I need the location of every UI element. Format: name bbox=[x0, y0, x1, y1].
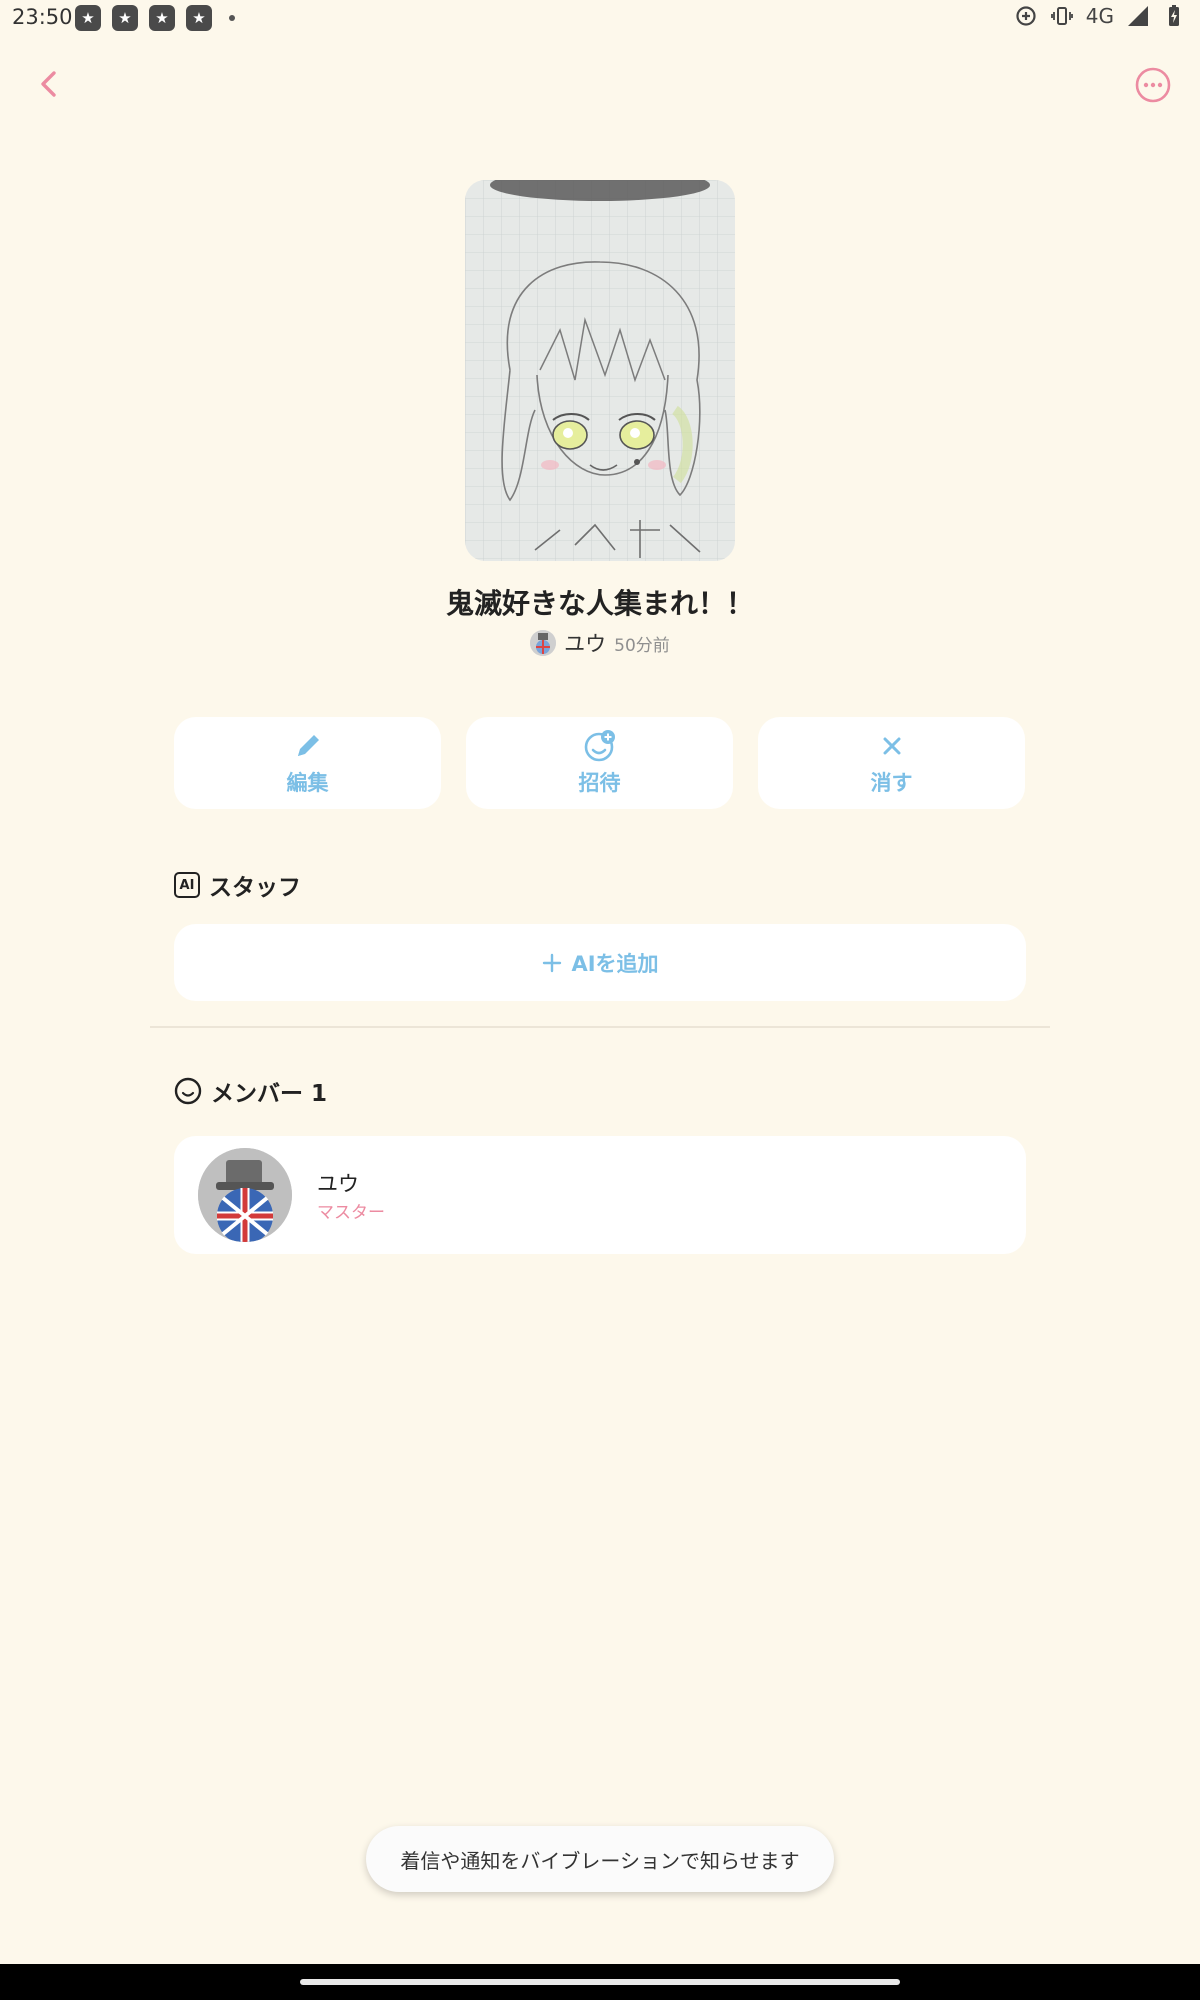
vibrate-icon bbox=[1050, 7, 1073, 25]
group-meta: ユウ 50分前 bbox=[0, 628, 1200, 658]
toast-message: 着信や通知をバイブレーションで知らせます bbox=[366, 1826, 834, 1892]
signal-icon bbox=[1128, 6, 1148, 26]
member-avatar[interactable] bbox=[198, 1148, 292, 1242]
app-notification-icon: ★ bbox=[112, 5, 138, 31]
app-notification-icon: ★ bbox=[149, 5, 175, 31]
section-divider bbox=[150, 1026, 1050, 1028]
status-right: 4G bbox=[1014, 4, 1186, 28]
smile-icon bbox=[174, 1077, 202, 1105]
delete-button[interactable]: 消す bbox=[758, 717, 1025, 809]
invite-button[interactable]: 招待 bbox=[466, 717, 733, 809]
back-button[interactable] bbox=[30, 65, 68, 103]
member-name: ユウ bbox=[317, 1171, 359, 1196]
add-ai-label: AIを追加 bbox=[571, 951, 659, 976]
chevron-left-icon bbox=[41, 71, 56, 97]
battery-charging-icon bbox=[1169, 5, 1179, 26]
invite-user-icon bbox=[584, 730, 615, 762]
status-time: 23:50 bbox=[12, 5, 73, 29]
more-notifications-dot-icon bbox=[229, 15, 235, 21]
owner-name[interactable]: ユウ bbox=[564, 628, 606, 658]
edit-label: 編集 bbox=[286, 771, 329, 795]
created-time: 50分前 bbox=[614, 635, 670, 656]
members-heading: メンバー 1 bbox=[174, 1074, 327, 1108]
data-saver-icon bbox=[1016, 6, 1036, 26]
add-ai-button[interactable]: AIを追加 bbox=[174, 924, 1026, 1001]
member-role: マスター bbox=[317, 1202, 385, 1223]
cover-drawing bbox=[465, 180, 735, 561]
more-horizontal-icon bbox=[1135, 67, 1171, 103]
network-type: 4G bbox=[1085, 4, 1114, 28]
status-bar: 23:50 ★ ★ ★ ★ 4G bbox=[0, 0, 1200, 36]
action-buttons: 編集 招待 消す bbox=[174, 717, 1026, 809]
app-notification-icon: ★ bbox=[186, 5, 212, 31]
member-info: ユウ マスター bbox=[317, 1168, 385, 1223]
more-options-button[interactable] bbox=[1134, 66, 1172, 104]
plus-icon bbox=[543, 953, 562, 972]
notification-icons: ★ ★ ★ ★ bbox=[75, 5, 235, 31]
owner-avatar[interactable] bbox=[530, 630, 557, 656]
group-cover-image[interactable] bbox=[465, 180, 735, 561]
ai-badge-icon: AI bbox=[174, 872, 200, 898]
delete-label: 消す bbox=[870, 771, 913, 795]
close-icon bbox=[883, 737, 900, 755]
pencil-icon bbox=[297, 735, 319, 756]
staff-heading: AI スタッフ bbox=[174, 868, 301, 902]
app-notification-icon: ★ bbox=[75, 5, 101, 31]
invite-label: 招待 bbox=[578, 771, 621, 795]
home-gesture-handle[interactable] bbox=[300, 1979, 900, 1985]
staff-heading-label: スタッフ bbox=[209, 875, 301, 901]
navigation-bar bbox=[0, 1964, 1200, 2000]
member-list-item[interactable]: ユウ マスター bbox=[174, 1136, 1026, 1254]
members-heading-label: メンバー 1 bbox=[211, 1081, 328, 1107]
edit-button[interactable]: 編集 bbox=[174, 717, 441, 809]
group-title: 鬼滅好きな人集まれ！！ bbox=[445, 587, 754, 620]
